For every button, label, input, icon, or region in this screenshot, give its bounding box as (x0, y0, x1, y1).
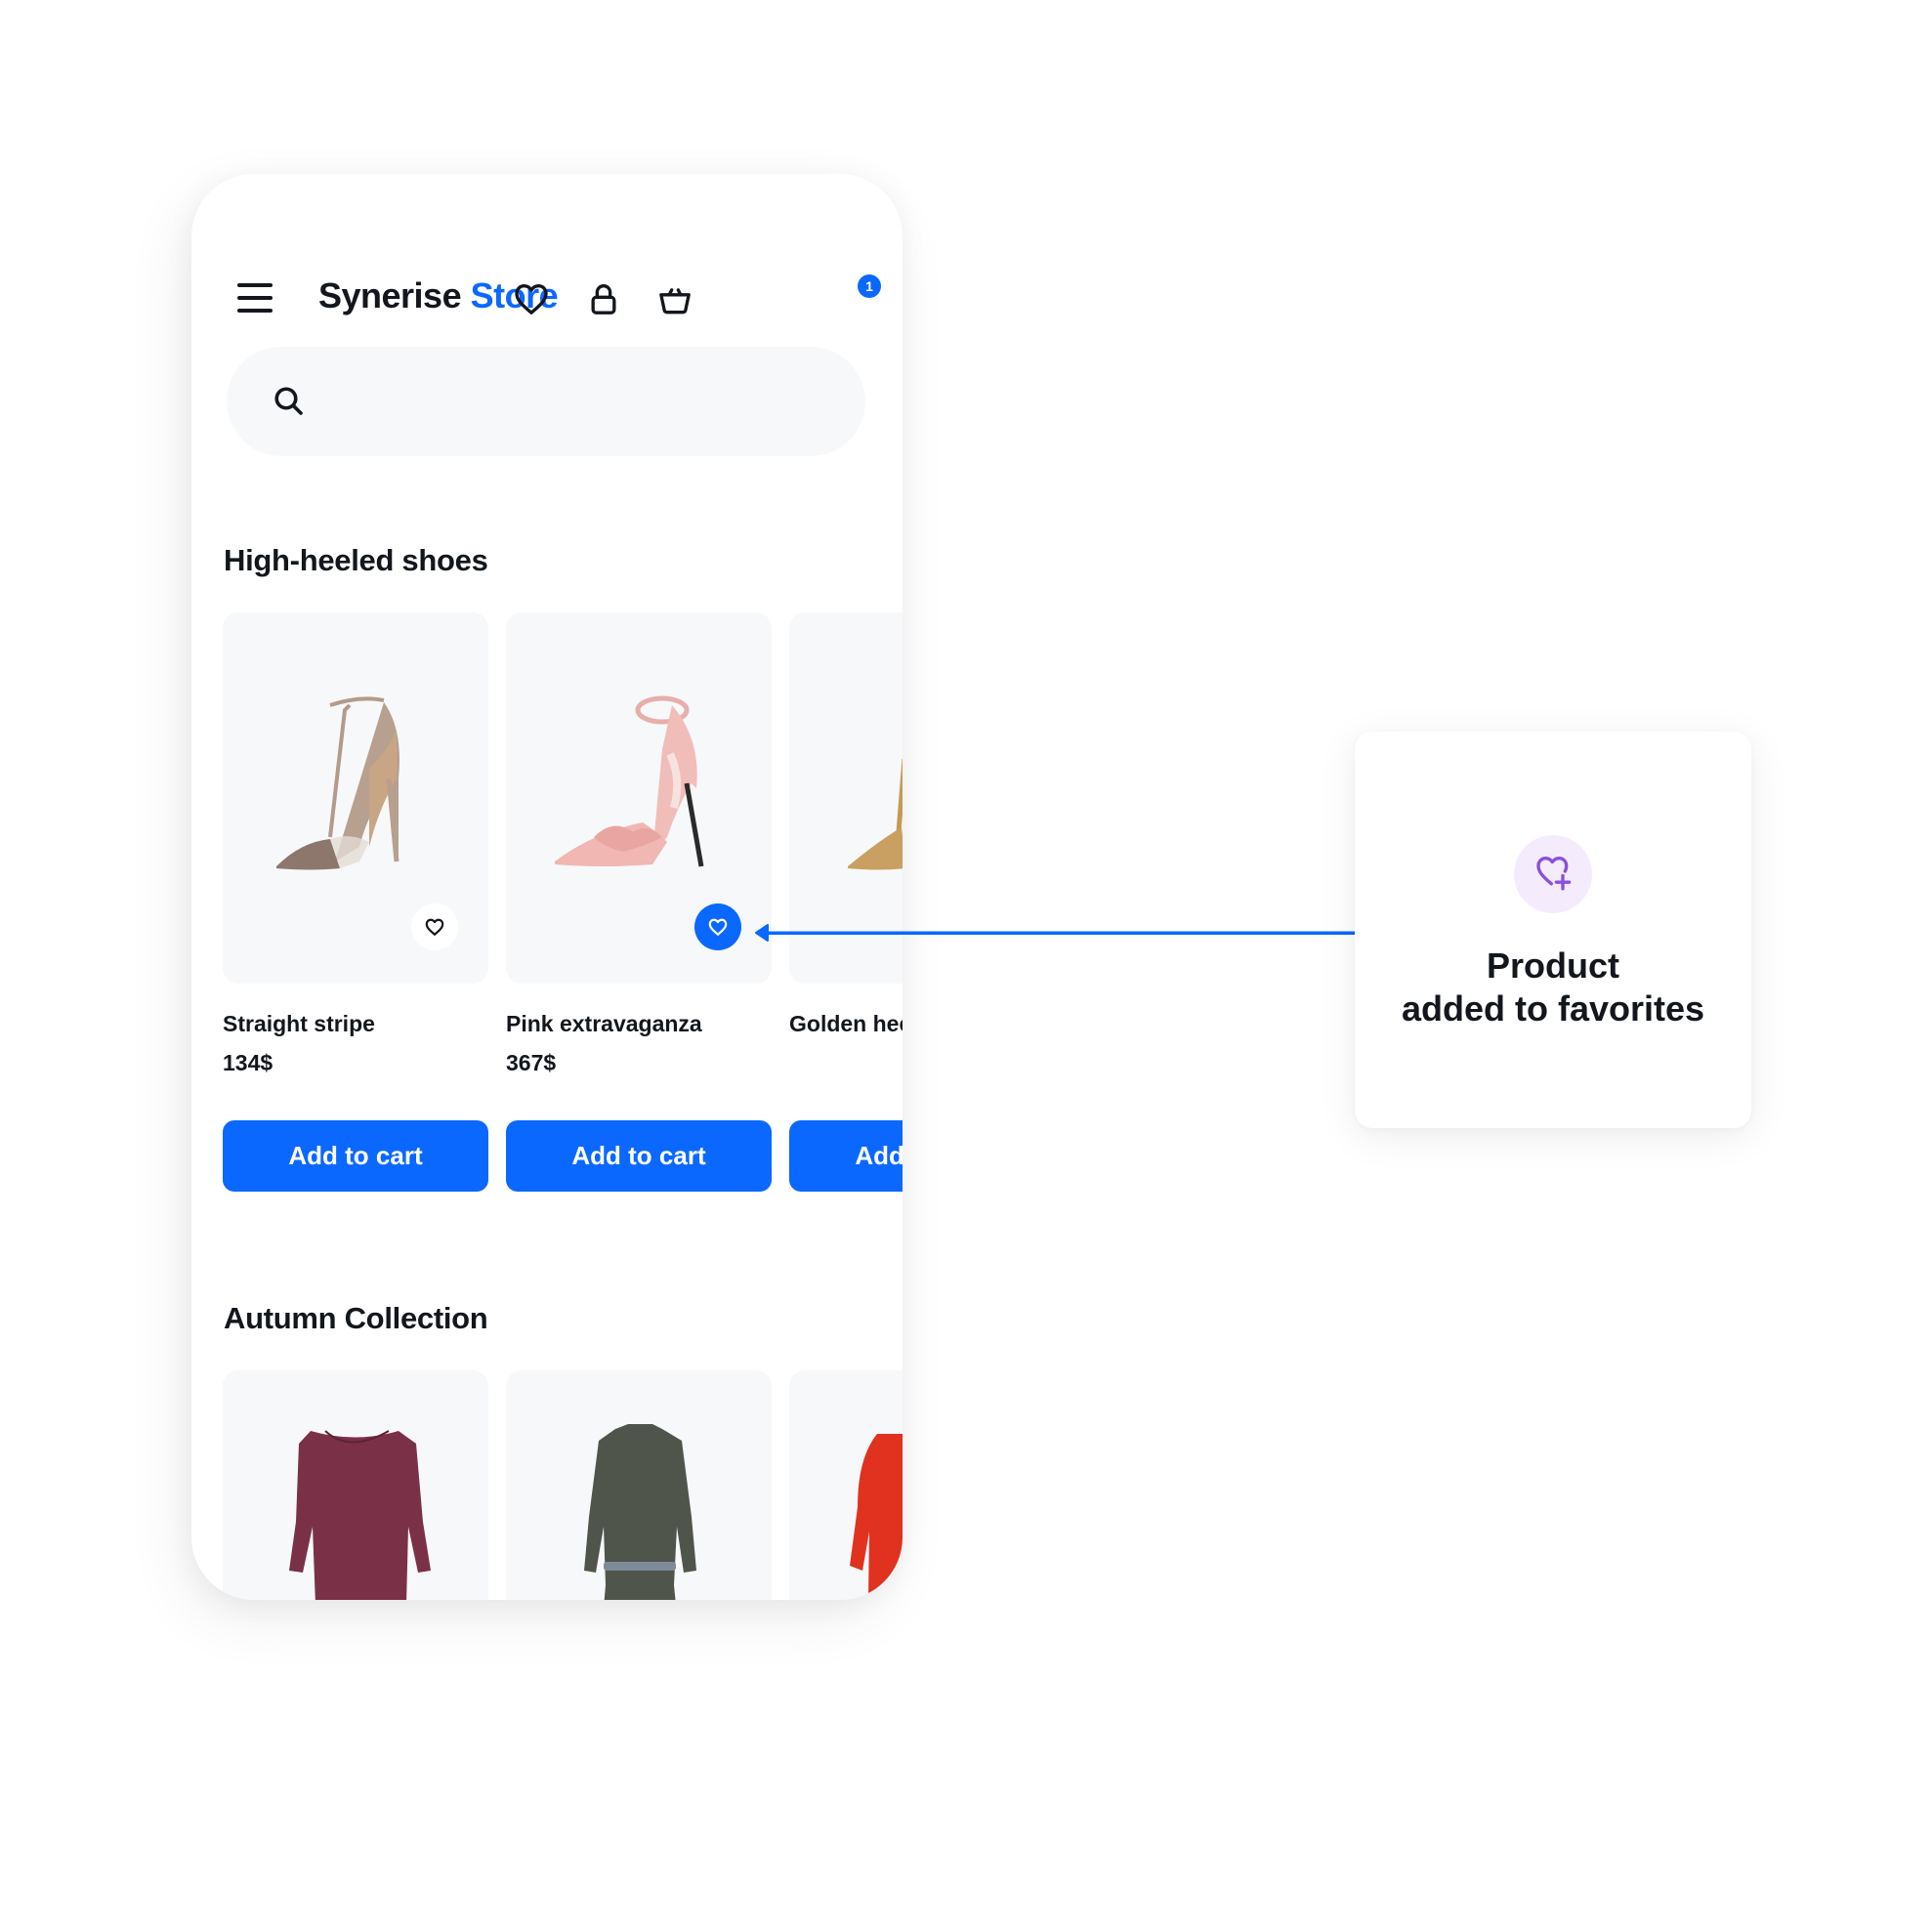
heart-icon (515, 284, 548, 315)
add-to-cart-button[interactable]: Add to cart (789, 1120, 903, 1192)
menu-button[interactable] (237, 283, 273, 313)
account-button[interactable] (584, 279, 623, 318)
menu-icon (237, 283, 273, 287)
toast-icon-circle (1514, 835, 1592, 913)
add-to-cart-button[interactable]: Add to cart (223, 1120, 488, 1192)
logo-primary: Synerise (318, 275, 462, 315)
favorite-button[interactable] (411, 903, 458, 950)
menu-icon-bar (237, 309, 273, 313)
phone-frame: Synerise Store 1 High-heeled shoes Strai… (191, 174, 903, 1600)
grey-belted-dress-image (584, 1424, 696, 1600)
toast-message: Product added to favorites (1355, 945, 1751, 1030)
section-title-autumn: Autumn Collection (224, 1301, 488, 1335)
product-name[interactable]: Golden heels (789, 1011, 903, 1037)
product-price: 134$ (223, 1050, 273, 1075)
add-to-cart-button[interactable]: Add to cart (506, 1120, 772, 1192)
red-dress-image (850, 1434, 903, 1600)
basket-icon (659, 288, 691, 315)
favorites-toast: Product added to favorites (1355, 732, 1751, 1128)
product-name[interactable]: Straight stripe (223, 1011, 375, 1037)
lock-icon (591, 284, 616, 315)
cart-button[interactable] (654, 279, 693, 318)
toast-line-2: added to favorites (1401, 988, 1705, 1029)
burgundy-dress-image (289, 1430, 431, 1600)
toast-line-1: Product (1486, 945, 1619, 986)
product-image[interactable] (506, 1370, 772, 1600)
product-name[interactable]: Pink extravaganza (506, 1011, 702, 1037)
search-input[interactable] (320, 376, 832, 429)
menu-icon-bar (237, 296, 273, 300)
favorites-button[interactable] (512, 279, 551, 318)
section-title-shoes: High-heeled shoes (224, 543, 488, 577)
product-image[interactable] (789, 1370, 903, 1600)
heart-plus-icon (1536, 857, 1572, 891)
cart-count-badge: 1 (858, 274, 881, 298)
heart-outline-icon (425, 918, 444, 936)
app-header: Synerise Store 1 (191, 174, 903, 320)
product-image[interactable] (223, 1370, 488, 1600)
search-icon (274, 387, 303, 415)
favorite-button-active[interactable] (694, 903, 741, 950)
connector-arrow (755, 924, 1360, 942)
search-bar[interactable] (227, 347, 865, 456)
heart-outline-icon (708, 918, 728, 936)
product-price: 367$ (506, 1050, 557, 1075)
